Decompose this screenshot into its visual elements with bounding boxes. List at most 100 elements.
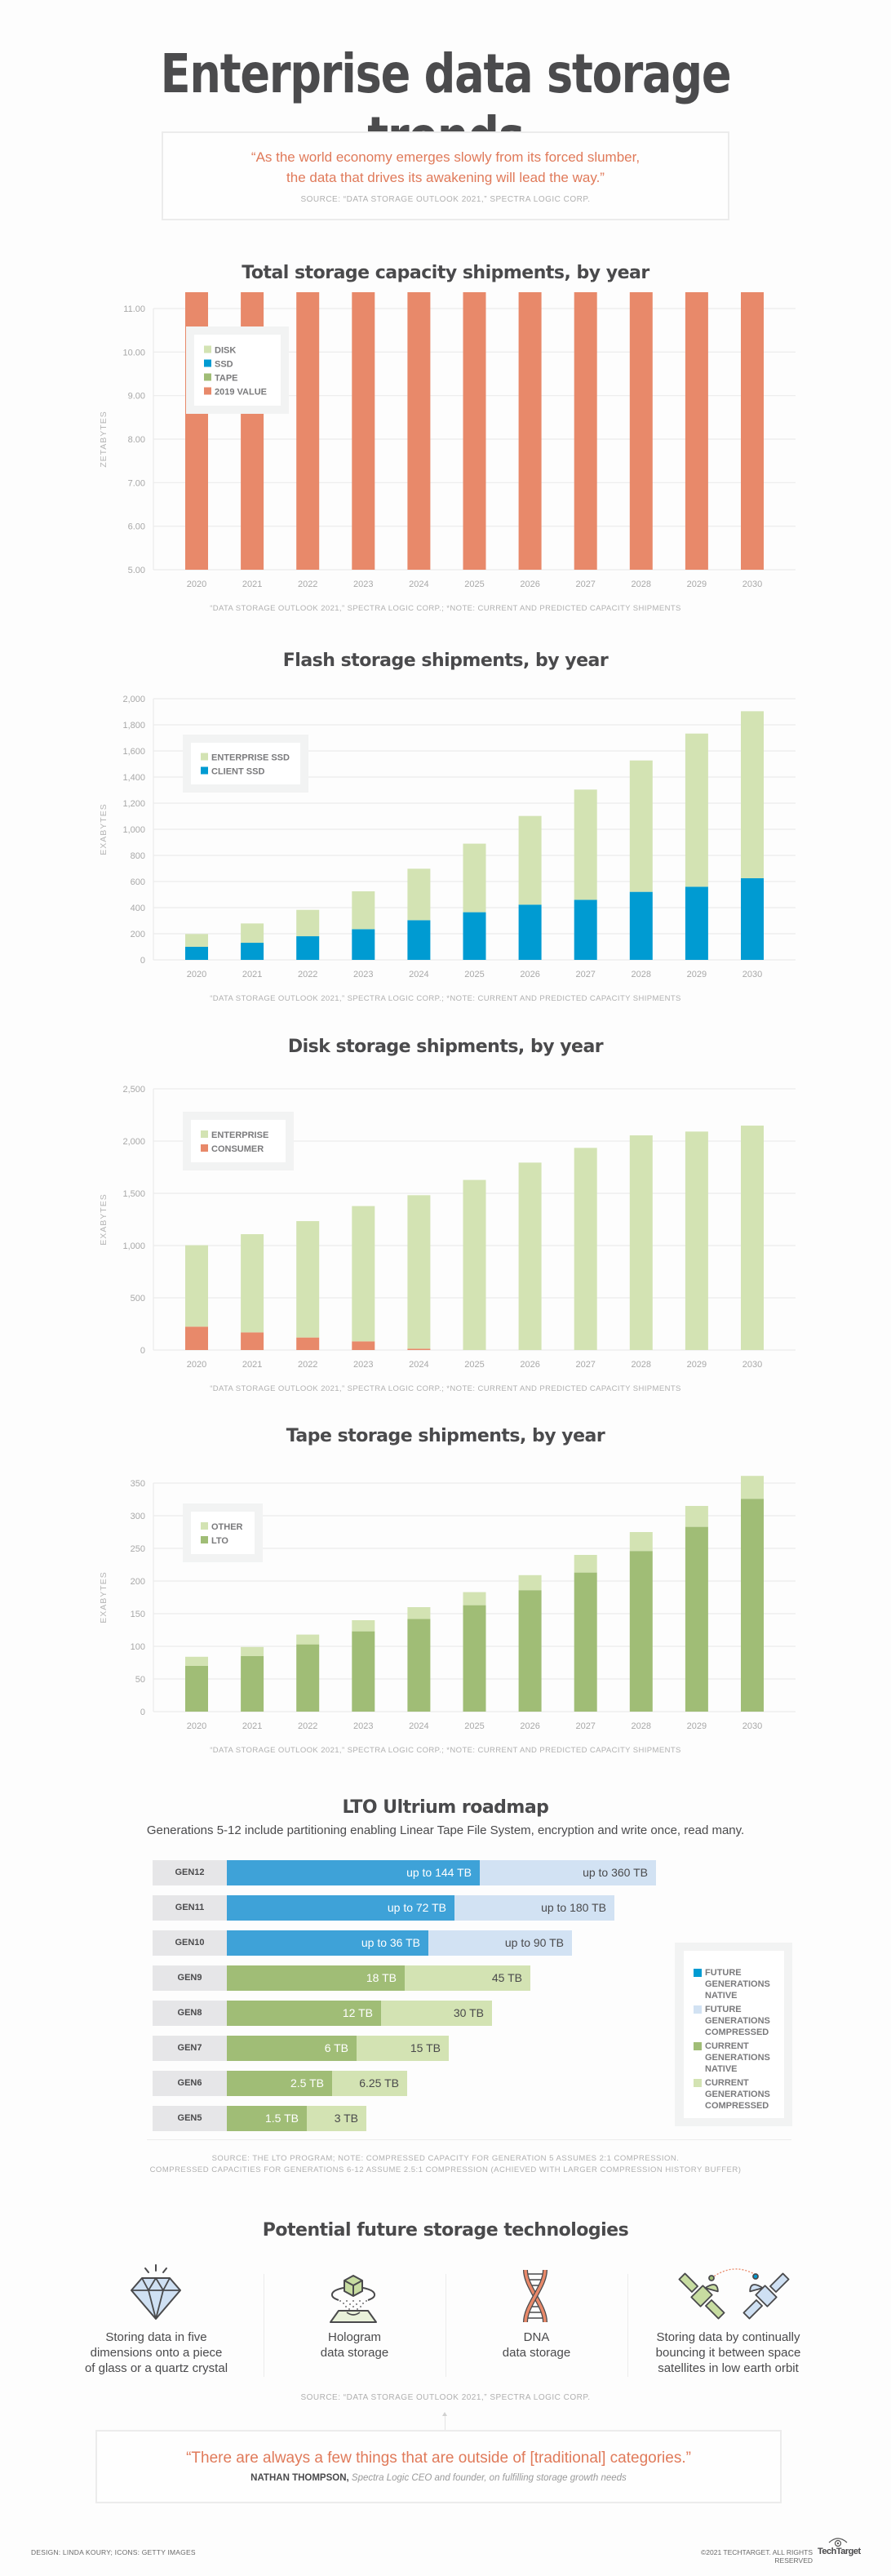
bar-client-ssd-2024 xyxy=(407,920,431,960)
tech-text-hologram: Hologram data storage xyxy=(320,2330,389,2360)
x-tick-label: 2021 xyxy=(242,1721,262,1731)
bar-enterprise-ssd-2024 xyxy=(407,868,431,921)
x-tick-label: 2029 xyxy=(687,1360,707,1370)
y-tick-label: 1,500 xyxy=(122,1189,145,1199)
bar-client-ssd-2028 xyxy=(629,891,653,960)
y-axis-label: EXABYTES xyxy=(99,803,109,855)
x-tick-label: 2020 xyxy=(187,580,206,589)
lto-source-line-2: COMPRESSED CAPACITIES FOR GENERATIONS 6-… xyxy=(149,2165,742,2174)
x-tick-label: 2026 xyxy=(520,1360,539,1370)
diamond-icon xyxy=(123,2263,188,2322)
x-tick-label: 2025 xyxy=(464,1360,484,1370)
legend-swatch xyxy=(201,753,208,761)
x-tick-label: 2022 xyxy=(298,1360,317,1370)
lto-compressed-bar: 30 TB xyxy=(381,2001,492,2026)
bar-enterprise-2030 xyxy=(741,1126,764,1350)
bar-2019-value-2028 xyxy=(629,292,653,570)
bar-other-2020 xyxy=(185,1656,208,1666)
lto-native-bar: 12 TB xyxy=(227,2001,381,2026)
bar-other-2029 xyxy=(685,1506,708,1527)
bar-2019-value-2025 xyxy=(463,292,486,570)
bar-enterprise-2020 xyxy=(185,1245,208,1327)
chart-flash: 0 200 400 600 800 1,000 1,200 1,400 1,600 1,800 2,… xyxy=(99,695,796,1003)
lto-gen-label: GEN6 xyxy=(153,2071,227,2096)
lto-compressed-bar: 15 TB xyxy=(357,2036,449,2061)
x-tick-label: 2023 xyxy=(353,580,373,589)
bar-enterprise-2023 xyxy=(352,1206,375,1342)
x-tick-label: 2024 xyxy=(409,1721,428,1731)
bar-lto-2027 xyxy=(574,1572,597,1712)
techtarget-logo: TechTarget xyxy=(818,2535,861,2560)
x-tick-label: 2025 xyxy=(464,580,484,589)
x-tick-label: 2028 xyxy=(632,1721,651,1731)
tech-text-five-dimensions: Storing data in five dimensions onto a p… xyxy=(84,2330,228,2375)
future-tech-title: Potential future storage technologies xyxy=(262,2220,629,2241)
bar-consumer-2022 xyxy=(296,1337,320,1350)
chart-title: Flash storage shipments, by year xyxy=(282,651,609,671)
bar-consumer-2024 xyxy=(407,1348,431,1350)
bar-2019-value-2027 xyxy=(574,292,597,570)
bar-consumer-2023 xyxy=(352,1341,375,1350)
connector-line xyxy=(445,2414,446,2430)
chart-source-note: “DATA STORAGE OUTLOOK 2021,” SPECTRA LOG… xyxy=(210,994,681,1003)
bar-2019-value-2030 xyxy=(741,292,764,570)
legend-swatch xyxy=(694,2079,702,2087)
bar-2019-value-2023 xyxy=(352,292,375,570)
y-tick-label: 150 xyxy=(131,1610,145,1619)
closing-quote-attribution: NATHAN THOMPSON, Spectra Logic CEO and f… xyxy=(97,2473,780,2483)
lto-title: LTO Ultrium roadmap xyxy=(342,1797,549,1818)
y-tick-label: 500 xyxy=(131,1294,145,1304)
bar-2019-value-2026 xyxy=(518,292,542,570)
lto-gen-label: GEN8 xyxy=(153,2001,227,2026)
y-tick-label: 2,000 xyxy=(122,1137,145,1147)
legend-swatch xyxy=(694,1969,702,1977)
lto-row-gen11: GEN11 up to 180 TB up to 72 TB xyxy=(0,1895,891,1921)
lto-native-bar: up to 72 TB xyxy=(227,1895,454,1921)
lto-divider xyxy=(147,2139,791,2140)
chart-source-note: “DATA STORAGE OUTLOOK 2021,” SPECTRA LOG… xyxy=(210,604,681,613)
bar-enterprise-2024 xyxy=(407,1195,431,1349)
legend-swatch xyxy=(201,1536,208,1543)
bar-other-2025 xyxy=(463,1592,486,1606)
x-tick-label: 2024 xyxy=(409,580,428,589)
legend-swatch xyxy=(201,1522,208,1530)
bar-enterprise-ssd-2021 xyxy=(241,923,264,944)
eye-logo-icon xyxy=(828,2538,848,2547)
bar-enterprise-2028 xyxy=(629,1135,653,1350)
bar-enterprise-ssd-2028 xyxy=(629,760,653,892)
lto-compressed-bar: up to 180 TB xyxy=(454,1895,614,1921)
lto-gen-label: GEN5 xyxy=(153,2106,227,2131)
hologram-icon xyxy=(321,2273,386,2324)
bar-other-2021 xyxy=(241,1646,264,1656)
legend-swatch xyxy=(204,387,211,395)
x-tick-label: 2026 xyxy=(520,1721,539,1731)
legend-label: 2019 VALUE xyxy=(215,388,267,398)
legend-swatch xyxy=(201,1130,208,1138)
legend-swatch xyxy=(201,1144,208,1152)
satellites-icon xyxy=(663,2263,805,2322)
bar-enterprise-ssd-2023 xyxy=(352,891,375,930)
bar-2019-value-2024 xyxy=(407,292,431,570)
x-tick-label: 2029 xyxy=(687,970,707,979)
x-tick-label: 2027 xyxy=(575,580,595,589)
x-tick-label: 2027 xyxy=(575,970,595,979)
lto-native-bar: up to 36 TB xyxy=(227,1930,428,1956)
legend-swatch xyxy=(201,766,208,775)
bar-consumer-2021 xyxy=(241,1332,264,1350)
tech-text-satellites: Storing data by continually bouncing it … xyxy=(655,2330,801,2375)
bar-other-2022 xyxy=(296,1634,320,1645)
bar-lto-2020 xyxy=(185,1666,208,1712)
x-tick-label: 2022 xyxy=(298,1721,317,1731)
y-tick-label: 1,400 xyxy=(122,773,145,783)
bar-enterprise-2021 xyxy=(241,1234,264,1333)
lto-gen-label: GEN11 xyxy=(153,1895,227,1921)
y-tick-label: 7.00 xyxy=(128,478,145,488)
bar-lto-2030 xyxy=(741,1499,764,1712)
bar-client-ssd-2025 xyxy=(463,912,486,960)
lto-compressed-bar: up to 360 TB xyxy=(480,1860,656,1885)
y-tick-label: 400 xyxy=(131,904,145,913)
y-tick-label: 8.00 xyxy=(128,435,145,445)
y-tick-label: 5.00 xyxy=(128,566,145,575)
lto-native-bar: 6 TB xyxy=(227,2036,357,2061)
lto-source-line-1: SOURCE: THE LTO PROGRAM; NOTE: COMPRESSE… xyxy=(211,2154,680,2163)
